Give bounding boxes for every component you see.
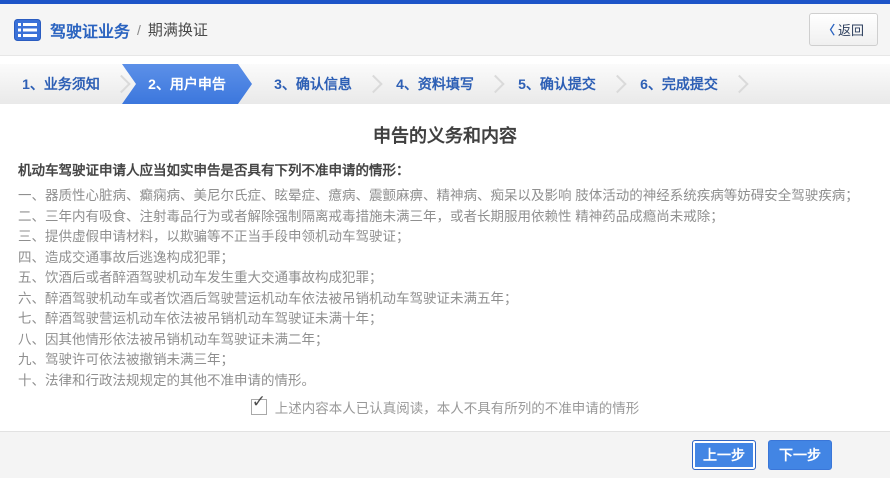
step-6-complete-submit[interactable]: 6、完成提交 — [618, 64, 740, 104]
step-wizard: 1、业务须知 2、用户申告 3、确认信息 4、资料填写 5、确认提交 6、完成提… — [0, 64, 890, 104]
breadcrumb-current: 期满换证 — [148, 19, 208, 40]
list-icon — [14, 19, 41, 41]
declaration-item: 六、醉酒驾驶机动车或者饮酒后驾驶营运机动车依法被吊销机动车驾驶证未满五年； — [18, 289, 872, 310]
back-button[interactable]: 〈 返回 — [809, 13, 878, 46]
header-bar: 驾驶证业务 / 期满换证 〈 返回 — [0, 4, 890, 56]
declaration-item: 五、饮酒后或者醉酒驾驶机动车发生重大交通事故构成犯罪； — [18, 268, 872, 289]
declaration-item: 八、因其他情形依法被吊销机动车驾驶证未满二年； — [18, 330, 872, 351]
previous-step-button[interactable]: 上一步 — [692, 440, 756, 470]
next-step-button[interactable]: 下一步 — [768, 440, 832, 470]
step-1-business-notice[interactable]: 1、业务须知 — [0, 64, 122, 104]
step-3-confirm-info[interactable]: 3、确认信息 — [252, 64, 374, 104]
declaration-item: 四、造成交通事故后逃逸构成犯罪； — [18, 248, 872, 269]
declaration-item: 一、器质性心脏病、癫痫病、美尼尔氏症、眩晕症、癔病、震颤麻痹、精神病、痴呆以及影… — [18, 186, 872, 207]
declaration-item: 九、驾驶许可依法被撤销未满三年； — [18, 350, 872, 371]
chevron-left-icon: 〈 — [823, 21, 835, 38]
declaration-item: 七、醉酒驾驶营运机动车依法被吊销机动车驾驶证未满十年； — [18, 309, 872, 330]
declaration-item: 二、三年内有吸食、注射毒品行为或者解除强制隔离戒毒措施未满三年，或者长期服用依赖… — [18, 207, 872, 228]
back-button-label: 返回 — [838, 20, 864, 39]
declaration-item: 三、提供虚假申请材料，以欺骗等不正当手段申领机动车驾驶证； — [18, 227, 872, 248]
main-content: 申告的义务和内容 机动车驾驶证申请人应当如实申告是否具有下列不准申请的情形： 一… — [0, 126, 890, 417]
breadcrumb-section[interactable]: 驾驶证业务 — [50, 18, 130, 42]
page: 驾驶证业务 / 期满换证 〈 返回 1、业务须知 2、用户申告 3、确认信息 4… — [0, 0, 890, 483]
page-title: 申告的义务和内容 — [18, 126, 872, 147]
step-4-fill-materials[interactable]: 4、资料填写 — [374, 64, 496, 104]
agreement-row: ✓ 上述内容本人已认真阅读，本人不具有所列的不准申请的情形 — [18, 397, 872, 417]
declaration-item: 十、法律和行政法规规定的其他不准申请的情形。 — [18, 371, 872, 392]
checkmark-icon: ✓ — [252, 393, 266, 410]
step-5-confirm-submit[interactable]: 5、确认提交 — [496, 64, 618, 104]
step-2-user-declaration[interactable]: 2、用户申告 — [122, 64, 252, 104]
footer-bar: 上一步 下一步 — [0, 431, 890, 478]
agreement-label: 上述内容本人已认真阅读，本人不具有所列的不准申请的情形 — [275, 397, 640, 417]
agreement-checkbox[interactable]: ✓ — [251, 399, 267, 415]
declaration-intro: 机动车驾驶证申请人应当如实申告是否具有下列不准申请的情形： — [18, 161, 872, 180]
step-wizard-tail — [740, 64, 890, 104]
breadcrumb-separator: / — [137, 22, 141, 38]
